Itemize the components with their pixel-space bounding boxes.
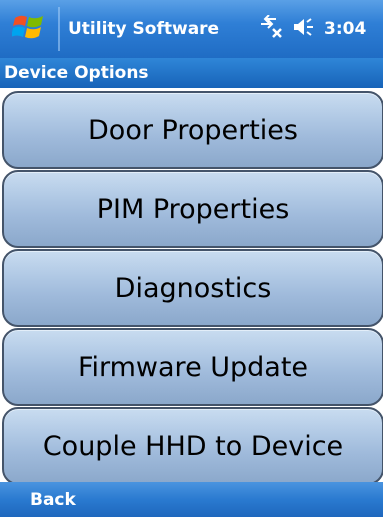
start-button[interactable] (0, 0, 58, 58)
firmware-update-button[interactable]: Firmware Update (2, 328, 383, 406)
title-separator (58, 7, 60, 51)
volume-icon[interactable] (292, 16, 316, 42)
couple-hhd-button[interactable]: Couple HHD to Device (2, 407, 383, 482)
door-properties-button[interactable]: Door Properties (2, 91, 383, 169)
softkey-bar: Back (0, 482, 383, 517)
pim-properties-button[interactable]: PIM Properties (2, 170, 383, 248)
back-softkey[interactable]: Back (30, 490, 76, 510)
title-bar: Utility Software 3:04 (0, 0, 383, 58)
app-title: Utility Software (68, 19, 220, 39)
diagnostics-button[interactable]: Diagnostics (2, 249, 383, 327)
connectivity-icon[interactable] (258, 14, 284, 43)
device-options-menu: Door Properties PIM Properties Diagnosti… (0, 88, 383, 482)
section-title: Device Options (0, 58, 383, 88)
status-icons: 3:04 (258, 14, 366, 43)
clock[interactable]: 3:04 (324, 19, 366, 39)
windows-start-icon (11, 12, 46, 46)
